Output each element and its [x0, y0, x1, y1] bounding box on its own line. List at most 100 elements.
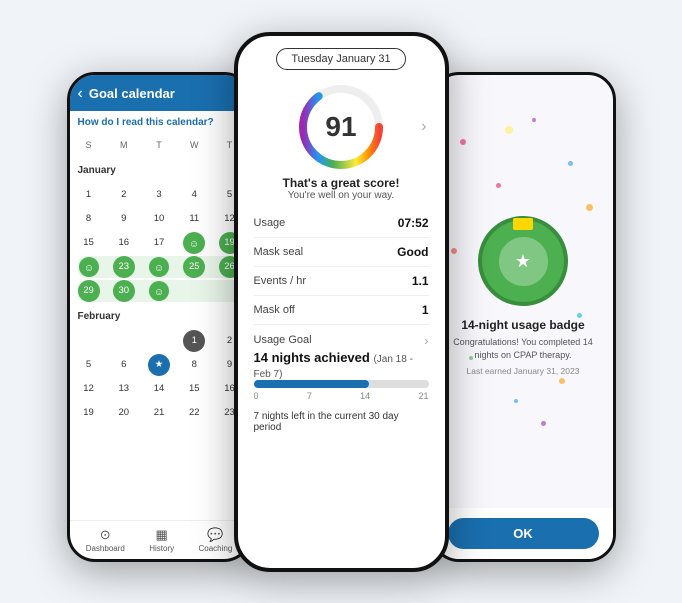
feb-empty1 — [78, 330, 100, 352]
feb-12: 12 — [78, 378, 100, 400]
bottom-nav: ⊙ Dashboard ▦ History 💬 Coaching — [70, 520, 249, 555]
usage-goal-section: Usage Goal › 14 nights achieved (Jan 18 … — [238, 325, 445, 407]
january-label: January — [78, 160, 116, 182]
usage-value: 07:52 — [398, 216, 429, 230]
phone-left: ‹ Goal calendar How do I read this calen… — [67, 72, 252, 562]
jan-week3: 15 16 17 ☺ 19 — [78, 232, 241, 254]
ok-button-wrap: OK — [434, 508, 613, 559]
nav-history[interactable]: ▦ History — [149, 527, 174, 553]
jan-week5: 29 30 ☺ — [78, 280, 241, 302]
feb-6: 6 — [113, 354, 135, 376]
feb-19: 19 — [78, 402, 100, 424]
progress-labels: 0 7 14 21 — [254, 391, 429, 401]
progress-bar-fill — [254, 380, 370, 388]
feb-7: ★ — [148, 354, 170, 376]
feb-8: 8 — [183, 354, 205, 376]
progress-label-7: 7 — [307, 391, 312, 401]
history-label: History — [149, 544, 174, 553]
dashboard-icon: ⊙ — [100, 527, 111, 543]
badge-earned: Last earned January 31, 2023 — [467, 366, 580, 376]
svg-text:☺: ☺ — [154, 287, 164, 298]
nav-dashboard[interactable]: ⊙ Dashboard — [86, 527, 125, 553]
jan-16: 16 — [113, 232, 135, 254]
jan-9: 9 — [113, 208, 135, 230]
medal-star-icon: ★ — [515, 251, 531, 272]
jan-25: 25 — [183, 256, 205, 278]
phone-mid: Tuesday January 31 — [234, 32, 449, 572]
usage-goal-chevron-icon[interactable]: › — [424, 333, 428, 348]
badge-medal-inner: ★ — [496, 234, 551, 289]
jan-3: 3 — [148, 184, 170, 206]
nav-coaching[interactable]: 💬 Coaching — [198, 527, 232, 553]
feb-5: 5 — [78, 354, 100, 376]
mid-phone-inner: Tuesday January 31 — [238, 36, 445, 568]
jan-18: ☺ — [183, 232, 205, 254]
feb-week2: 5 6 ★ 8 9 — [78, 354, 241, 376]
jan-29: 29 — [78, 280, 100, 302]
score-sub: You're well on your way. — [238, 190, 445, 201]
how-to-read-link[interactable]: How do I read this calendar? — [78, 117, 241, 128]
feb-20: 20 — [113, 402, 135, 424]
feb-empty2 — [113, 330, 135, 352]
progress-bar — [254, 380, 429, 388]
feb-week1: 1 2 — [78, 330, 241, 352]
jan-week4: ☺ 23 ☺ 25 26 — [78, 256, 241, 278]
metrics-list: Usage 07:52 Mask seal Good Events / hr 1… — [238, 209, 445, 325]
metric-mask-seal: Mask seal Good — [254, 238, 429, 267]
february-label: February — [78, 306, 121, 328]
mask-off-label: Mask off — [254, 304, 295, 316]
coaching-icon: 💬 — [207, 527, 223, 543]
nights-left-text: 7 nights left in the current 30 day peri… — [238, 407, 445, 433]
jan-22: ☺ — [78, 256, 100, 278]
ribbon-icon — [513, 218, 533, 230]
date-pill-wrap: Tuesday January 31 — [238, 36, 445, 76]
ok-button[interactable]: OK — [448, 518, 599, 549]
day-header-row: S M T W T — [78, 134, 241, 156]
history-icon: ▦ — [156, 527, 168, 543]
jan-17: 17 — [148, 232, 170, 254]
svg-text:☺: ☺ — [154, 263, 164, 274]
february-label-row: February — [78, 306, 241, 328]
progress-label-14: 14 — [360, 391, 370, 401]
badge-area: ★ 14-night usage badge Congratulations! … — [434, 75, 613, 508]
badge-medal: ★ — [478, 216, 568, 306]
events-value: 1.1 — [412, 274, 429, 288]
score-chevron-icon[interactable]: › — [421, 118, 426, 136]
usage-goal-label: Usage Goal — [254, 334, 312, 346]
score-circle-wrap: 91 › — [238, 76, 445, 176]
metric-mask-off: Mask off 1 — [254, 296, 429, 325]
feb-21: 21 — [148, 402, 170, 424]
january-label-row: January — [78, 160, 241, 182]
mask-off-value: 1 — [422, 303, 429, 317]
metric-events: Events / hr 1.1 — [254, 267, 429, 296]
progress-label-21: 21 — [418, 391, 428, 401]
metric-usage: Usage 07:52 — [254, 209, 429, 238]
mask-seal-label: Mask seal — [254, 246, 304, 258]
phone-right: ★ 14-night usage badge Congratulations! … — [431, 72, 616, 562]
jan-week2: 8 9 10 11 12 — [78, 208, 241, 230]
feb-14: 14 — [148, 378, 170, 400]
day-header-m: M — [113, 134, 135, 156]
score-circle[interactable]: 91 — [296, 82, 386, 172]
scene: ‹ Goal calendar How do I read this calen… — [0, 0, 682, 603]
dashboard-label: Dashboard — [86, 544, 125, 553]
jan-2: 2 — [113, 184, 135, 206]
day-header-t1: T — [148, 134, 170, 156]
jan-23: 23 — [113, 256, 135, 278]
back-arrow-icon[interactable]: ‹ — [78, 85, 83, 103]
feb-1: 1 — [183, 330, 205, 352]
left-phone-header: ‹ Goal calendar — [70, 75, 249, 111]
progress-label-0: 0 — [254, 391, 259, 401]
feb-week3: 12 13 14 15 16 — [78, 378, 241, 400]
day-header-s: S — [78, 134, 100, 156]
jan-24: ☺ — [148, 256, 170, 278]
calendar-body: How do I read this calendar? S M T W T J… — [70, 111, 249, 432]
jan-4: 4 — [183, 184, 205, 206]
jan-15: 15 — [78, 232, 100, 254]
svg-text:☺: ☺ — [189, 239, 199, 250]
badge-desc: Congratulations! You completed 14 nights… — [444, 336, 603, 361]
feb-15: 15 — [183, 378, 205, 400]
usage-goal-header: Usage Goal › — [254, 333, 429, 348]
feb-empty3 — [148, 330, 170, 352]
score-number: 91 — [325, 111, 356, 143]
